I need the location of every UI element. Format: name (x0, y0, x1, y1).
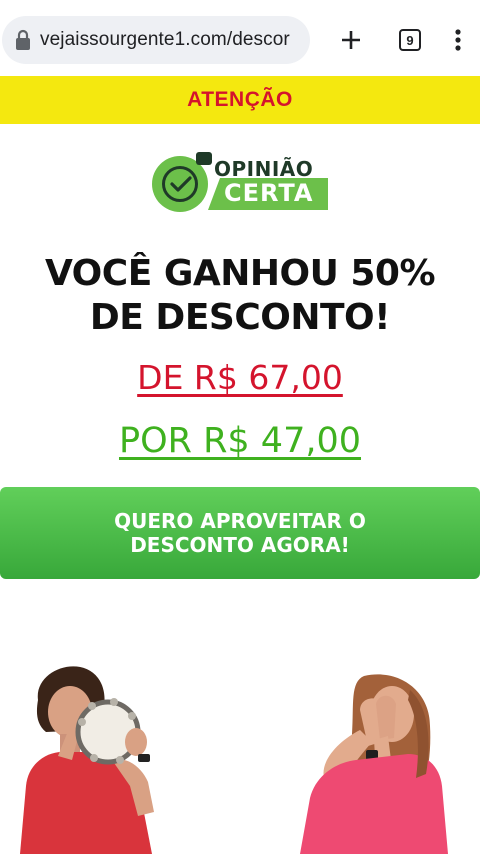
speech-bubble-icon (196, 152, 212, 165)
headline-line2: DE DESCONTO! (89, 297, 391, 338)
address-bar[interactable]: vejaissourgente1.com/descor (2, 16, 310, 64)
tab-switcher-button[interactable]: 9 (394, 24, 426, 56)
new-tab-button[interactable] (335, 24, 367, 56)
page-headline: VOCÊ GANHOU 50% DE DESCONTO! (10, 252, 470, 340)
tab-count: 9 (406, 32, 414, 48)
new-price-link[interactable]: POR R$ 47,00 (0, 421, 480, 461)
browser-menu-button[interactable] (442, 24, 474, 56)
woman-laughing-image (300, 674, 448, 854)
new-tab-icon (342, 31, 360, 49)
browser-toolbar: vejaissourgente1.com/descor 9 (0, 0, 480, 76)
woman-tambourine-image (20, 666, 154, 854)
headline-line1: VOCÊ GANHOU 50% (44, 253, 436, 294)
attention-banner: ATENÇÃO (0, 76, 480, 124)
claim-discount-label: QUERO APROVEITAR O DESCONTO AGORA! (114, 509, 366, 557)
claim-discount-button[interactable]: QUERO APROVEITAR O DESCONTO AGORA! (0, 487, 480, 579)
logo-line1: OPINIÃO (214, 157, 314, 181)
lock-icon[interactable] (14, 29, 32, 51)
attention-text: ATENÇÃO (187, 88, 293, 111)
old-price-link[interactable]: DE R$ 67,00 (0, 358, 480, 397)
opiniao-certa-logo: OPINIÃO CERTA (150, 152, 332, 214)
tab-switcher-icon: 9 (399, 29, 421, 51)
logo-line2-box: CERTA (208, 178, 328, 210)
menu-icon (455, 29, 461, 51)
check-icon (162, 166, 198, 202)
url-text[interactable]: vejaissourgente1.com/descor (40, 29, 290, 51)
logo-line2: CERTA (224, 179, 314, 207)
